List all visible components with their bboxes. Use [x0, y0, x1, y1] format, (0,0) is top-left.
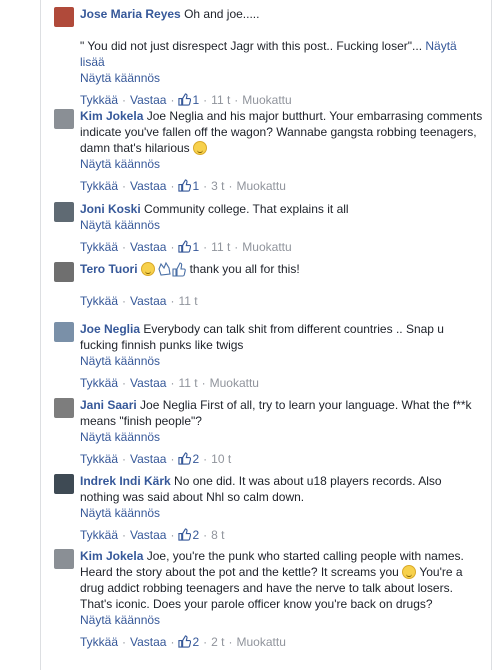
- timestamp[interactable]: 8 t: [211, 528, 224, 542]
- translate-link[interactable]: Näytä käännös: [80, 156, 484, 172]
- avatar[interactable]: [54, 7, 74, 27]
- timestamp[interactable]: 2 t: [211, 635, 224, 649]
- like-button[interactable]: Tykkää: [80, 452, 118, 466]
- thumbs-up-icon[interactable]: [178, 635, 192, 648]
- edited-label[interactable]: Muokattu: [242, 93, 291, 107]
- like-button[interactable]: Tykkää: [80, 376, 118, 390]
- comment: Kim Jokela Joe Neglia and his major butt…: [54, 108, 484, 194]
- smile-emoji-icon: [402, 565, 417, 579]
- comment-text: thank you all for this!: [189, 262, 300, 276]
- timestamp[interactable]: 3 t: [211, 179, 224, 193]
- laughing-emoji-icon: [140, 262, 155, 276]
- comment-actions: Tykkää · Vastaa · 2 · 2 t · Muokattu: [80, 635, 286, 649]
- reply-button[interactable]: Vastaa: [130, 452, 166, 466]
- avatar[interactable]: [54, 474, 74, 494]
- comment-author[interactable]: Indrek Indi Kärk: [80, 474, 171, 488]
- edited-label[interactable]: Muokattu: [237, 179, 286, 193]
- reply-button[interactable]: Vastaa: [130, 240, 166, 254]
- thumbs-up-emoji-icon: [172, 262, 187, 277]
- reply-button[interactable]: Vastaa: [130, 294, 166, 308]
- comment-actions: Tykkää · Vastaa · 2 · 8 t: [80, 528, 225, 542]
- comment: Kim Jokela Joe, you're the punk who star…: [54, 548, 484, 650]
- avatar[interactable]: [54, 322, 74, 342]
- thumbs-up-icon[interactable]: [178, 452, 192, 465]
- comment: Joni Koski Community college. That expla…: [54, 201, 484, 255]
- edited-label[interactable]: Muokattu: [237, 635, 286, 649]
- avatar[interactable]: [54, 202, 74, 222]
- clapping-hands-icon: [158, 261, 171, 276]
- comment-author[interactable]: Jose Maria Reyes: [80, 7, 181, 21]
- translate-link[interactable]: Näytä käännös: [80, 612, 484, 628]
- comment-text: Community college. That explains it all: [144, 202, 349, 216]
- reply-button[interactable]: Vastaa: [130, 93, 166, 107]
- translate-link[interactable]: Näytä käännös: [80, 505, 484, 521]
- comment-actions: Tykkää · Vastaa · 1 · 11 t · Muokattu: [80, 93, 292, 107]
- comment-author[interactable]: Joe Neglia: [80, 322, 140, 336]
- like-button[interactable]: Tykkää: [80, 240, 118, 254]
- comment-quote: " You did not just disrespect Jagr with …: [80, 39, 423, 53]
- comment: Jose Maria Reyes Oh and joe..... " You d…: [54, 6, 484, 108]
- reply-button[interactable]: Vastaa: [130, 376, 166, 390]
- comment-author[interactable]: Joni Koski: [80, 202, 141, 216]
- reply-button[interactable]: Vastaa: [130, 635, 166, 649]
- comment: Jani Saari Joe Neglia First of all, try …: [54, 397, 484, 467]
- comment-actions: Tykkää · Vastaa · 2 · 10 t: [80, 452, 232, 466]
- like-button[interactable]: Tykkää: [80, 179, 118, 193]
- comment-actions: Tykkää · Vastaa · 1 · 11 t · Muokattu: [80, 240, 292, 254]
- thumbs-up-icon[interactable]: [178, 93, 192, 106]
- reply-button[interactable]: Vastaa: [130, 528, 166, 542]
- timestamp[interactable]: 11 t: [211, 240, 230, 254]
- timestamp[interactable]: 11 t: [178, 294, 197, 308]
- thumbs-up-icon[interactable]: [178, 179, 192, 192]
- timestamp[interactable]: 11 t: [178, 376, 197, 390]
- comment-author[interactable]: Jani Saari: [80, 398, 137, 412]
- translate-link[interactable]: Näytä käännös: [80, 70, 484, 86]
- comment: Indrek Indi Kärk No one did. It was abou…: [54, 473, 484, 543]
- translate-link[interactable]: Näytä käännös: [80, 217, 484, 233]
- comment: Joe Neglia Everybody can talk shit from …: [54, 321, 484, 391]
- comment-author[interactable]: Kim Jokela: [80, 549, 143, 563]
- avatar[interactable]: [54, 262, 74, 282]
- like-button[interactable]: Tykkää: [80, 528, 118, 542]
- avatar[interactable]: [54, 549, 74, 569]
- smile-emoji-icon: [193, 141, 208, 155]
- avatar[interactable]: [54, 398, 74, 418]
- comment-actions: Tykkää · Vastaa · 11 t: [80, 294, 198, 308]
- thread-divider: [40, 0, 41, 670]
- like-button[interactable]: Tykkää: [80, 635, 118, 649]
- comment-text: Joe Neglia First of all, try to learn yo…: [80, 398, 472, 428]
- timestamp[interactable]: 11 t: [211, 93, 230, 107]
- like-button[interactable]: Tykkää: [80, 294, 118, 308]
- edited-label[interactable]: Muokattu: [210, 376, 259, 390]
- comment-text: Oh and joe.....: [184, 7, 260, 21]
- comment-author[interactable]: Kim Jokela: [80, 109, 143, 123]
- thumbs-up-icon[interactable]: [178, 240, 192, 253]
- avatar[interactable]: [54, 109, 74, 129]
- like-button[interactable]: Tykkää: [80, 93, 118, 107]
- timestamp[interactable]: 10 t: [211, 452, 231, 466]
- comment-author[interactable]: Tero Tuori: [80, 262, 138, 276]
- translate-link[interactable]: Näytä käännös: [80, 353, 484, 369]
- comment-actions: Tykkää · Vastaa · 1 · 3 t · Muokattu: [80, 179, 286, 193]
- comment-actions: Tykkää · Vastaa · 11 t · Muokattu: [80, 376, 259, 390]
- reply-button[interactable]: Vastaa: [130, 179, 166, 193]
- thumbs-up-icon[interactable]: [178, 528, 192, 541]
- translate-link[interactable]: Näytä käännös: [80, 429, 484, 445]
- comment: Tero Tuori thank you all for this! Tykkä…: [54, 261, 484, 309]
- edited-label[interactable]: Muokattu: [242, 240, 291, 254]
